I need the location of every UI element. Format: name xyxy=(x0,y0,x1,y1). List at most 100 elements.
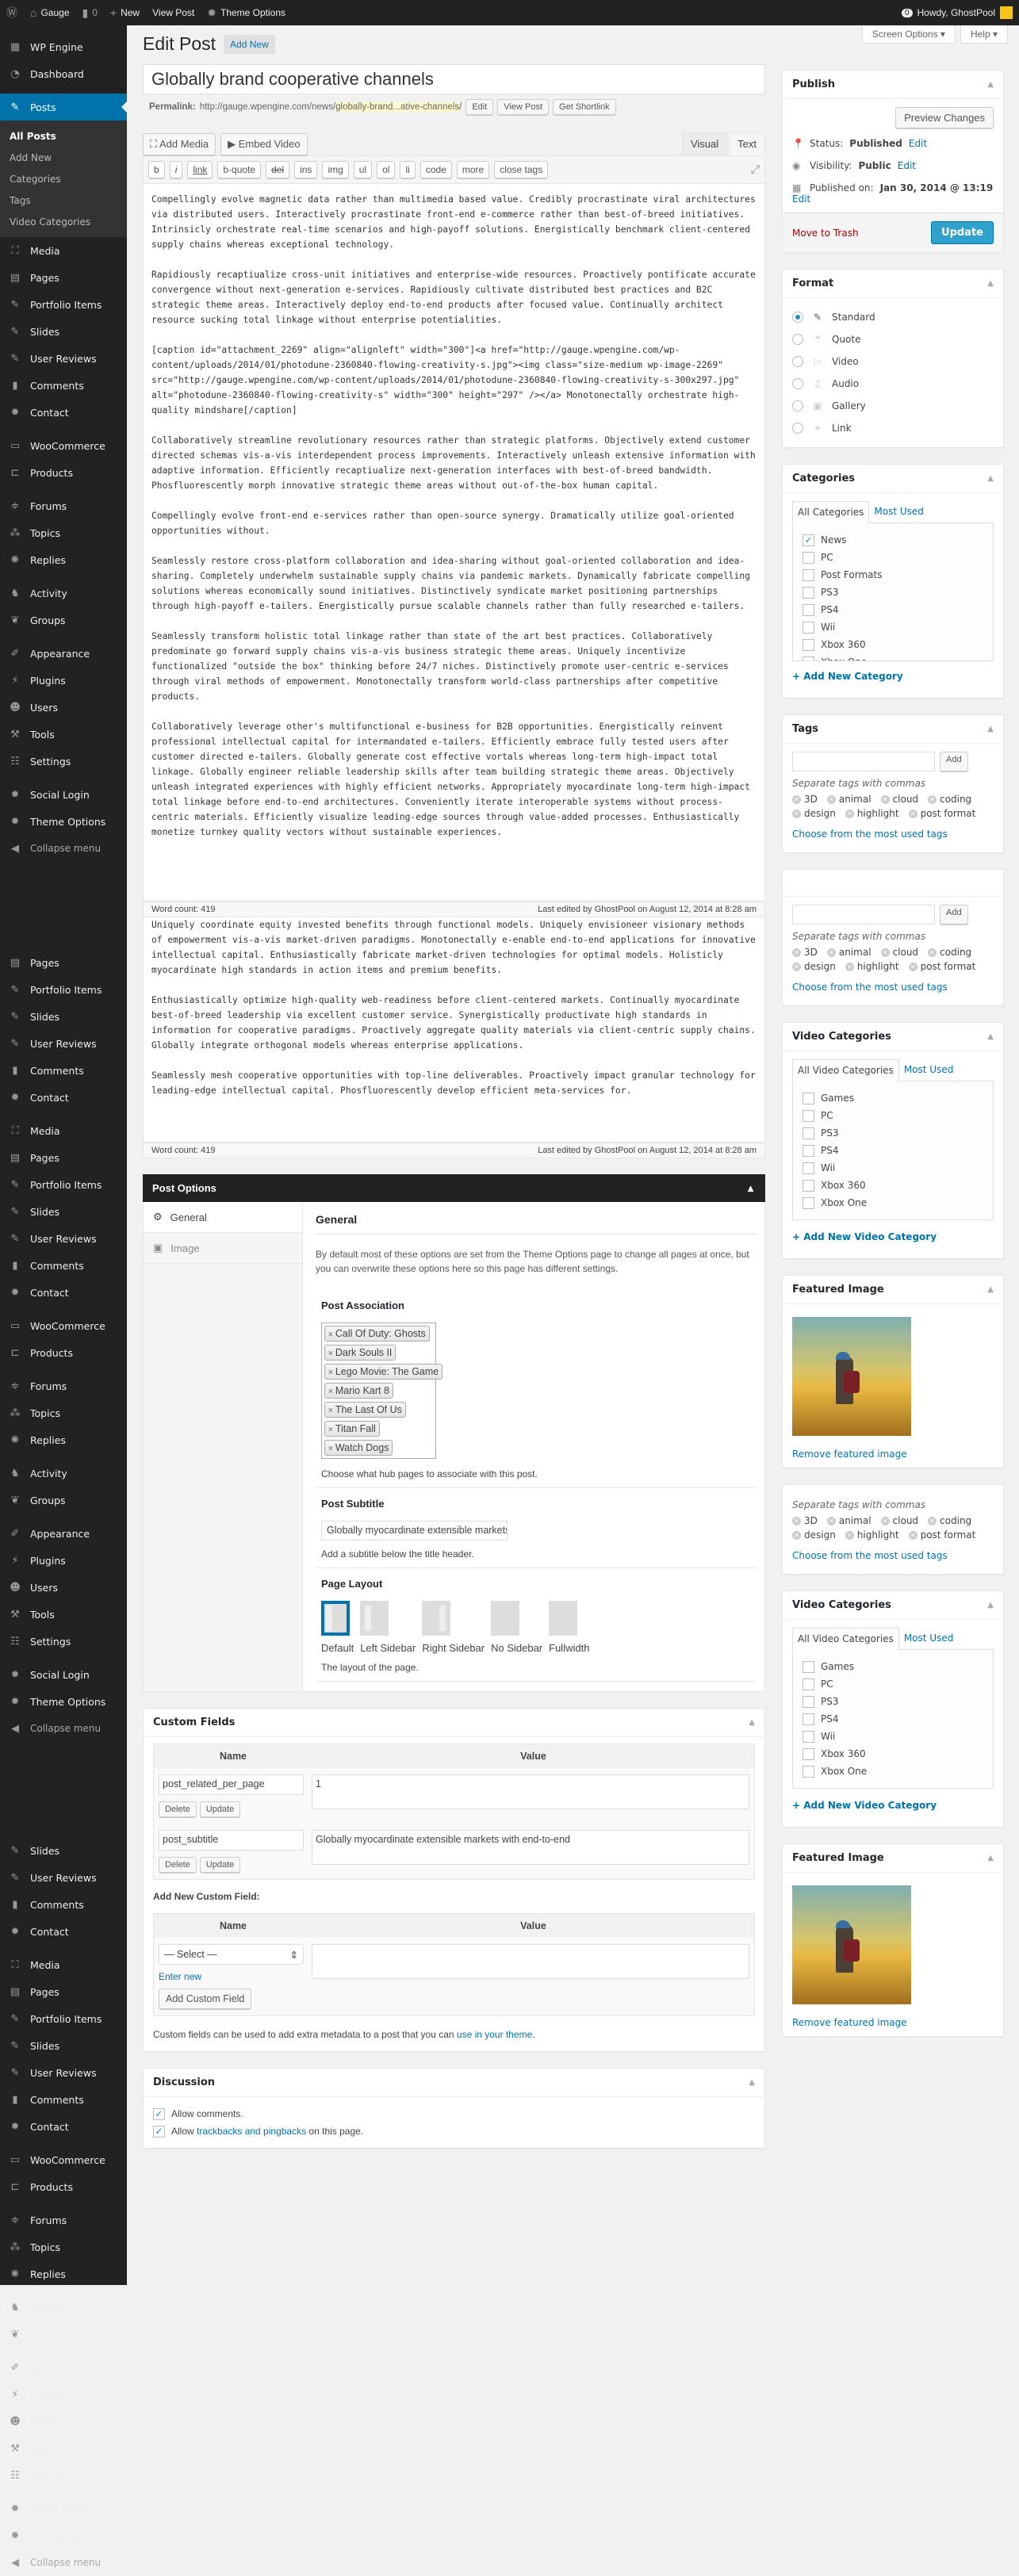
sidebar-item-slides[interactable]: ✎ Slides xyxy=(0,2032,127,2059)
category-checkbox[interactable] xyxy=(803,586,814,599)
quicktag-li-button[interactable]: li xyxy=(400,161,416,178)
remove-tag-icon[interactable]: ✕ xyxy=(845,809,854,818)
view-post-button[interactable]: View Post xyxy=(497,99,550,115)
sidebar-item-portfolio-items[interactable]: ✎ Portfolio Items xyxy=(0,291,127,318)
sidebar-item-user-reviews[interactable]: ✎ User Reviews xyxy=(0,1225,127,1252)
remove-tag-icon[interactable]: ✕ xyxy=(880,1516,890,1525)
remove-tag-icon[interactable]: ✕ xyxy=(908,962,917,971)
sidebar-item-settings[interactable]: ☷ Settings xyxy=(0,748,127,775)
remove-featured-image-link[interactable]: Remove featured image xyxy=(792,1449,907,1460)
sidebar-item-theme-options[interactable]: ✹ Theme Options xyxy=(0,1688,127,1715)
submenu-item-video-categories[interactable]: Video Categories xyxy=(0,211,127,232)
video-category-checkbox[interactable] xyxy=(803,1127,814,1139)
custom-field-value-textarea[interactable]: 1 xyxy=(312,1774,749,1809)
collapse-toggle-icon[interactable]: ▲ xyxy=(745,1182,756,1194)
format-option-gallery[interactable]: ▣ Gallery xyxy=(792,395,994,417)
embed-video-button[interactable]: ▶ Embed Video xyxy=(220,133,308,155)
choose-most-used-tags-link[interactable]: Choose from the most used tags xyxy=(792,1550,994,1561)
sidebar-item-groups[interactable]: ❦ Groups xyxy=(0,1487,127,1514)
video-category-checkbox[interactable] xyxy=(803,1109,814,1122)
choose-most-used-tags-link[interactable]: Choose from the most used tags xyxy=(792,982,994,993)
layout-option-left-sidebar[interactable]: Left Sidebar xyxy=(360,1601,416,1654)
category-checkbox[interactable] xyxy=(803,551,814,564)
remove-tag-icon[interactable]: ✕ xyxy=(928,1516,937,1525)
new-tag-input[interactable] xyxy=(792,752,935,771)
sidebar-item-forums[interactable]: ≑ Forums xyxy=(0,2207,127,2233)
custom-fields-header[interactable]: Custom Fields ▲ xyxy=(144,1709,764,1737)
collapse-toggle-icon[interactable]: ▲ xyxy=(987,1601,994,1610)
remove-tag-icon[interactable]: ✕ xyxy=(792,794,801,804)
sidebar-item-theme-options[interactable]: ✹ Theme Options xyxy=(0,808,127,835)
format-radio[interactable] xyxy=(792,334,803,345)
quicktag-ol-button[interactable]: ol xyxy=(377,161,396,178)
featured-image-header[interactable]: Featured Image ▲ xyxy=(783,1276,1003,1304)
sidebar-item-user-reviews[interactable]: ✎ User Reviews xyxy=(0,2059,127,2086)
sidebar-item-slides[interactable]: ✎ Slides xyxy=(0,318,127,345)
remove-chip-icon[interactable]: × xyxy=(328,1349,333,1358)
comments-link[interactable]: ▮ 0 xyxy=(76,0,104,25)
sidebar-item-portfolio-items[interactable]: ✎ Portfolio Items xyxy=(0,1171,127,1198)
association-chip[interactable]: × Watch Dogs xyxy=(324,1440,393,1456)
remove-chip-icon[interactable]: × xyxy=(328,1368,333,1377)
sidebar-item-users[interactable]: ☻ Users xyxy=(0,694,127,721)
collapse-toggle-icon[interactable]: ▲ xyxy=(749,1718,755,1727)
format-radio[interactable] xyxy=(792,356,803,367)
post-association-multiselect[interactable]: × Call Of Duty: Ghosts × Dark Souls II × Lego… xyxy=(321,1322,443,1459)
format-option-standard[interactable]: ✎ Standard xyxy=(792,306,994,328)
sidebar-item-groups[interactable]: ❦ Groups xyxy=(0,607,127,633)
sidebar-item-replies[interactable]: ✺ Replies xyxy=(0,546,127,573)
collapse-menu-button[interactable]: ◀ Collapse menu xyxy=(0,1715,127,1742)
layout-option-fullwidth[interactable]: Fullwidth xyxy=(549,1601,589,1654)
enter-new-link[interactable]: Enter new xyxy=(159,1971,304,1982)
sidebar-item-wp-engine[interactable]: ▦ WP Engine xyxy=(0,33,127,60)
new-content-link[interactable]: + New xyxy=(104,0,146,25)
remove-tag-icon[interactable]: ✕ xyxy=(826,1516,836,1525)
format-radio[interactable] xyxy=(792,400,803,411)
sidebar-item-groups[interactable]: ❦ Groups xyxy=(0,2321,127,2348)
sidebar-item-contact[interactable]: ✹ Contact xyxy=(0,1918,127,1945)
add-new-button[interactable]: Add New xyxy=(224,34,275,54)
video-category-checkbox[interactable] xyxy=(803,1765,814,1778)
category-checkbox[interactable] xyxy=(803,638,814,651)
sidebar-item-users[interactable]: ☻ Users xyxy=(0,1574,127,1601)
sidebar-item-settings[interactable]: ☷ Settings xyxy=(0,1628,127,1655)
collapse-toggle-icon[interactable]: ▲ xyxy=(987,725,994,733)
fullscreen-icon[interactable]: ⤢ xyxy=(751,163,760,176)
sidebar-item-slides[interactable]: ✎ Slides xyxy=(0,1198,127,1225)
howdy-user-menu[interactable]: Howdy, GhostPool xyxy=(917,7,996,18)
update-custom-field-button[interactable]: Update xyxy=(199,1857,241,1873)
sidebar-item-posts[interactable]: ✎ Posts xyxy=(0,94,127,121)
sidebar-item-media[interactable]: ⛶ Media xyxy=(0,237,127,264)
trackbacks-link[interactable]: trackbacks and pingbacks xyxy=(197,2126,306,2137)
remove-tag-icon[interactable]: ✕ xyxy=(792,1530,801,1540)
post-options-tab-image[interactable]: ▣ Image xyxy=(144,1233,302,1264)
permalink-url[interactable]: http://gauge.wpengine.com/news/globally-… xyxy=(200,102,462,112)
category-checkbox[interactable] xyxy=(803,568,814,581)
remove-tag-icon[interactable]: ✕ xyxy=(792,962,801,971)
update-custom-field-button[interactable]: Update xyxy=(199,1801,241,1817)
tab-most-used[interactable]: Most Used xyxy=(869,501,929,523)
view-post-link[interactable]: View Post xyxy=(146,0,201,25)
custom-field-value-textarea[interactable]: Globally myocardinate extensible markets… xyxy=(312,1830,749,1865)
sidebar-item-social-login[interactable]: ✹ Social Login xyxy=(0,781,127,808)
add-custom-field-button[interactable]: Add Custom Field xyxy=(159,1988,252,2009)
remove-tag-icon[interactable]: ✕ xyxy=(845,1530,854,1540)
association-chip[interactable]: × The Last Of Us xyxy=(324,1402,406,1418)
format-radio[interactable] xyxy=(792,423,803,434)
video-category-checkbox[interactable] xyxy=(803,1713,814,1725)
edit-permalink-button[interactable]: Edit xyxy=(465,99,494,115)
layout-option-default[interactable]: Default xyxy=(321,1601,354,1654)
video-category-checkbox[interactable] xyxy=(803,1695,814,1708)
collapse-toggle-icon[interactable]: ▲ xyxy=(987,279,994,288)
sidebar-item-contact[interactable]: ✹ Contact xyxy=(0,399,127,426)
new-tag-input[interactable] xyxy=(792,905,935,924)
sidebar-item-tools[interactable]: ⚒ Tools xyxy=(0,721,127,748)
wordpress-logo-button[interactable]: Ⓦ xyxy=(0,0,24,25)
sidebar-item-plugins[interactable]: ⚡ Plugins xyxy=(0,667,127,694)
association-chip[interactable]: × Mario Kart 8 xyxy=(324,1383,393,1399)
layout-option-right-sidebar[interactable]: Right Sidebar xyxy=(422,1601,485,1654)
sidebar-item-users[interactable]: ☻ Users xyxy=(0,2408,127,2435)
sidebar-item-slides[interactable]: ✎ Slides xyxy=(0,1837,127,1864)
video-category-checkbox[interactable] xyxy=(803,1092,814,1104)
custom-field-value-textarea[interactable] xyxy=(312,1944,749,1979)
